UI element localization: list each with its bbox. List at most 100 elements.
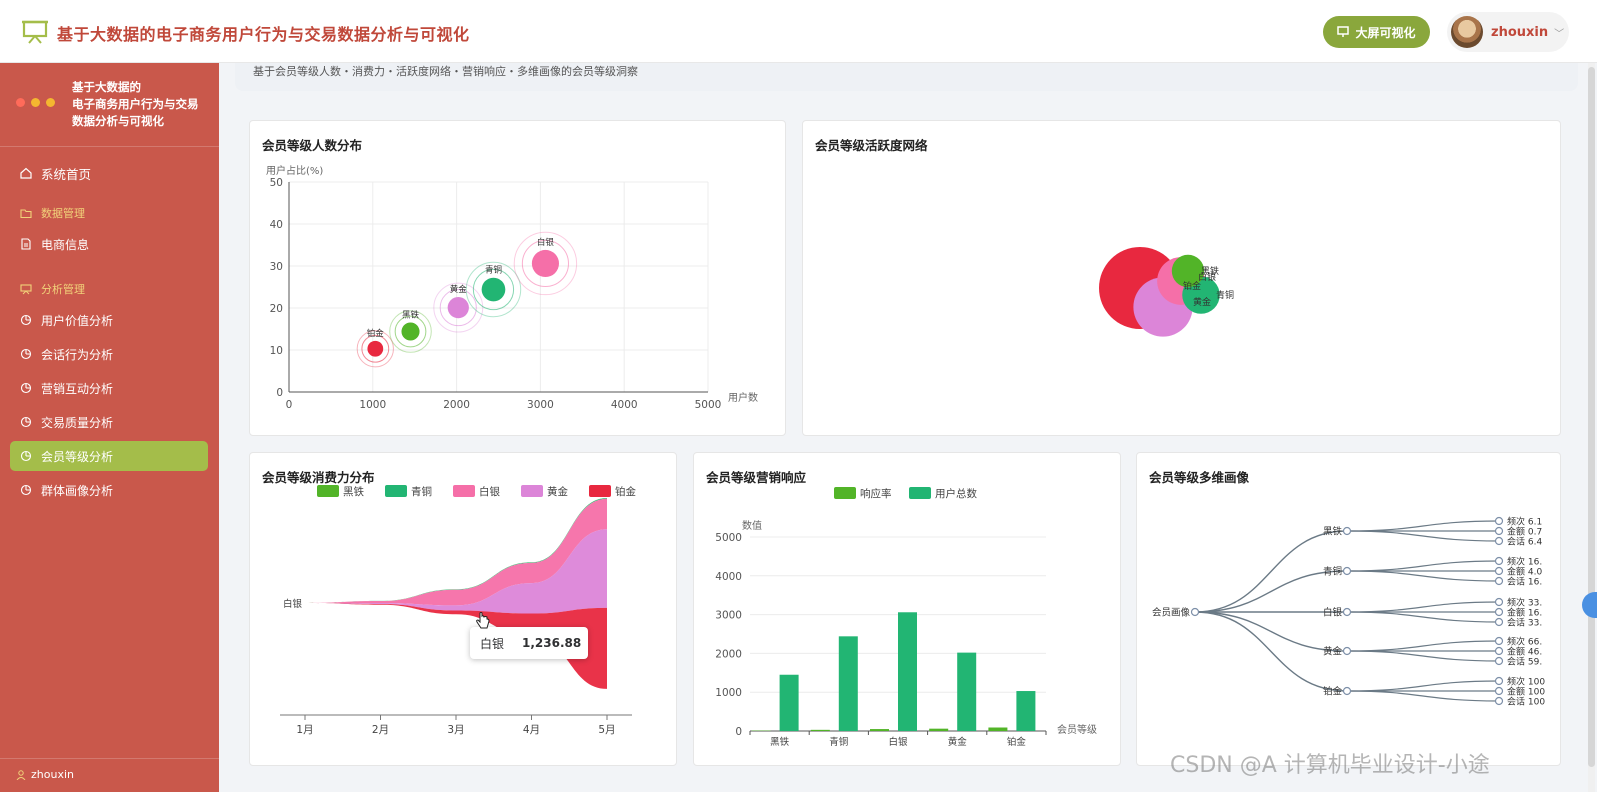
point-label: 铂金	[367, 328, 385, 339]
tree-leaf-node	[1494, 676, 1504, 686]
sidebar-item-label: 分析管理	[41, 283, 85, 296]
sidebar-item-label: 数据管理	[41, 207, 85, 220]
sidebar-item-label: 会话行为分析	[41, 347, 114, 362]
pie-icon	[20, 382, 32, 394]
tree-link	[1346, 690, 1500, 702]
sidebar-item-home[interactable]: 系统首页	[10, 158, 208, 188]
tree-leaf-label: 频次 33.	[1507, 597, 1542, 609]
x-tick-label: 5月	[598, 724, 615, 736]
tree-leaf-node	[1494, 536, 1504, 546]
user-menu[interactable]: zhouxin ﹀	[1447, 12, 1569, 52]
bar	[810, 729, 830, 731]
chart-tooltip: 白银 1,236.88	[470, 627, 588, 659]
tooltip-value: 1,236.88	[522, 636, 582, 650]
sidebar-item-group-portrait[interactable]: 群体画像分析	[10, 475, 208, 505]
bar	[898, 612, 917, 731]
x-tick-label: 2月	[372, 724, 389, 736]
sidebar-item-label: 用户价值分析	[41, 313, 114, 328]
tree-leaf-label: 频次 16.	[1507, 556, 1542, 568]
bar-chart-card: 会员等级营销响应 数值 会员等级 响应率 用户总数 0 1000 2000 3000 400…	[693, 452, 1121, 766]
tree-leaf-node	[1494, 656, 1504, 666]
legend-label: 白银	[479, 485, 500, 498]
sidebar-item-user-value[interactable]: 用户价值分析	[10, 305, 208, 335]
app-title: 基于大数据的电子商务用户行为与交易数据分析与可视化	[57, 25, 470, 44]
scatter-chart-card: 会员等级人数分布 用户占比(%) 用户数 0 1000 2000 3000 4000 50…	[249, 120, 786, 436]
y-tick-label: 0	[276, 387, 283, 399]
sidebar-item-session-behavior[interactable]: 会话行为分析	[10, 339, 208, 369]
tree-child-node	[1342, 686, 1352, 696]
sidebar-item-label: 群体画像分析	[41, 483, 114, 498]
x-axis-label: 用户数	[728, 391, 758, 404]
scrollbar[interactable]	[1588, 63, 1595, 792]
watermark: CSDN @A 计算机毕业设计-小途	[1170, 753, 1490, 778]
chart-board-icon	[20, 284, 32, 295]
bar	[988, 727, 1008, 731]
y-tick-label: 3000	[715, 610, 742, 622]
sidebar-footer-user[interactable]: zhouxin	[16, 768, 74, 781]
tree-child-label: 黑铁	[1323, 526, 1343, 538]
red-dot-icon	[16, 98, 25, 107]
yellow-dot-icon	[31, 98, 40, 107]
y-tick-label: 4000	[715, 571, 742, 583]
big-screen-button[interactable]: 大屏可视化	[1323, 16, 1430, 48]
sidebar-item-marketing[interactable]: 营销互动分析	[10, 373, 208, 403]
x-tick-label: 铂金	[1007, 736, 1027, 748]
x-tick-label: 3000	[527, 399, 554, 411]
tree-leaf-label: 频次 100	[1507, 676, 1545, 688]
bar-chart: 数值 会员等级 响应率 用户总数 0 1000 2000 3000 4000 5000 黑铁 青铜…	[715, 487, 1097, 748]
tree-leaf-node	[1494, 566, 1504, 576]
scatter-chart: 用户占比(%) 用户数 0 1000 2000 3000 4000 5000 0 10 20 30…	[266, 164, 758, 411]
x-tick-label: 2000	[443, 399, 470, 411]
legend-swatch	[521, 485, 543, 497]
orange-dot-icon	[46, 98, 55, 107]
sidebar-item-ecommerce-info[interactable]: 电商信息	[10, 229, 208, 259]
user-name: zhouxin	[1491, 24, 1549, 40]
tree-link	[1346, 680, 1500, 692]
sidebar-title-line: 基于大数据的	[72, 80, 141, 94]
tree-child-label: 白银	[1323, 607, 1343, 619]
pie-icon	[20, 450, 32, 462]
sidebar-item-label: 营销互动分析	[41, 381, 114, 396]
document-icon	[21, 238, 31, 250]
tree-child-label: 黄金	[1323, 646, 1343, 658]
tree-child-node	[1342, 646, 1352, 656]
tree-root-label: 会员画像	[1152, 607, 1191, 619]
sidebar-group-analysis[interactable]: 分析管理	[10, 274, 208, 304]
y-tick-label: 40	[270, 219, 283, 231]
tree-leaf-label: 会话 6.4	[1507, 536, 1542, 548]
x-tick-label: 3月	[447, 724, 464, 736]
sidebar-item-label: 会员等级分析	[41, 449, 114, 464]
sidebar-item-label: 电商信息	[41, 237, 90, 252]
tree-child-node	[1342, 566, 1352, 576]
tree-child-label: 铂金	[1323, 686, 1343, 698]
tree-leaf-node	[1494, 556, 1504, 566]
tree-leaf-node	[1494, 636, 1504, 646]
stream-chart-card: 会员等级消费力分布 黑铁 青铜 白银 黄金 铂金 白银 1月 2月 3月 4月 5月	[249, 452, 677, 766]
tree-link	[1346, 520, 1500, 532]
tree-leaf-label: 金额 4.0	[1507, 566, 1542, 578]
legend-label: 铂金	[615, 485, 636, 498]
stream-axis-label: 白银	[283, 598, 303, 610]
big-screen-label: 大屏可视化	[1355, 25, 1416, 40]
divider	[0, 758, 219, 759]
sidebar-item-member-level[interactable]: 会员等级分析	[10, 441, 208, 471]
sidebar: 基于大数据的 电子商务用户行为与交易 数据分析与可视化 系统首页 数据管理 电商…	[0, 63, 219, 792]
avatar	[1451, 16, 1483, 48]
x-tick-label: 0	[286, 399, 293, 411]
x-tick-label: 黄金	[948, 736, 968, 748]
page-subtitle: 基于会员等级人数・消费力・活跃度网络・营销响应・多维画像的会员等级洞察	[253, 65, 638, 78]
side-collapse-tab[interactable]	[1582, 592, 1597, 618]
tree-leaf-node	[1494, 516, 1504, 526]
sidebar-group-data[interactable]: 数据管理	[10, 198, 208, 228]
window-dots	[16, 98, 55, 107]
pie-icon	[20, 484, 32, 496]
point-label: 白银	[537, 237, 555, 248]
chevron-down-icon: ﹀	[1554, 28, 1565, 40]
pie-icon	[20, 314, 32, 326]
bar	[838, 636, 858, 731]
tree-link	[1346, 640, 1500, 652]
sidebar-item-transaction-quality[interactable]: 交易质量分析	[10, 407, 208, 437]
legend-swatch	[385, 485, 407, 497]
node-label: 黑铁	[1201, 265, 1219, 277]
tree-chart: 频次 6.1金额 0.7会话 6.4 黑铁频次 16.金额 4.0会话 16. 青铜…	[1152, 516, 1545, 708]
